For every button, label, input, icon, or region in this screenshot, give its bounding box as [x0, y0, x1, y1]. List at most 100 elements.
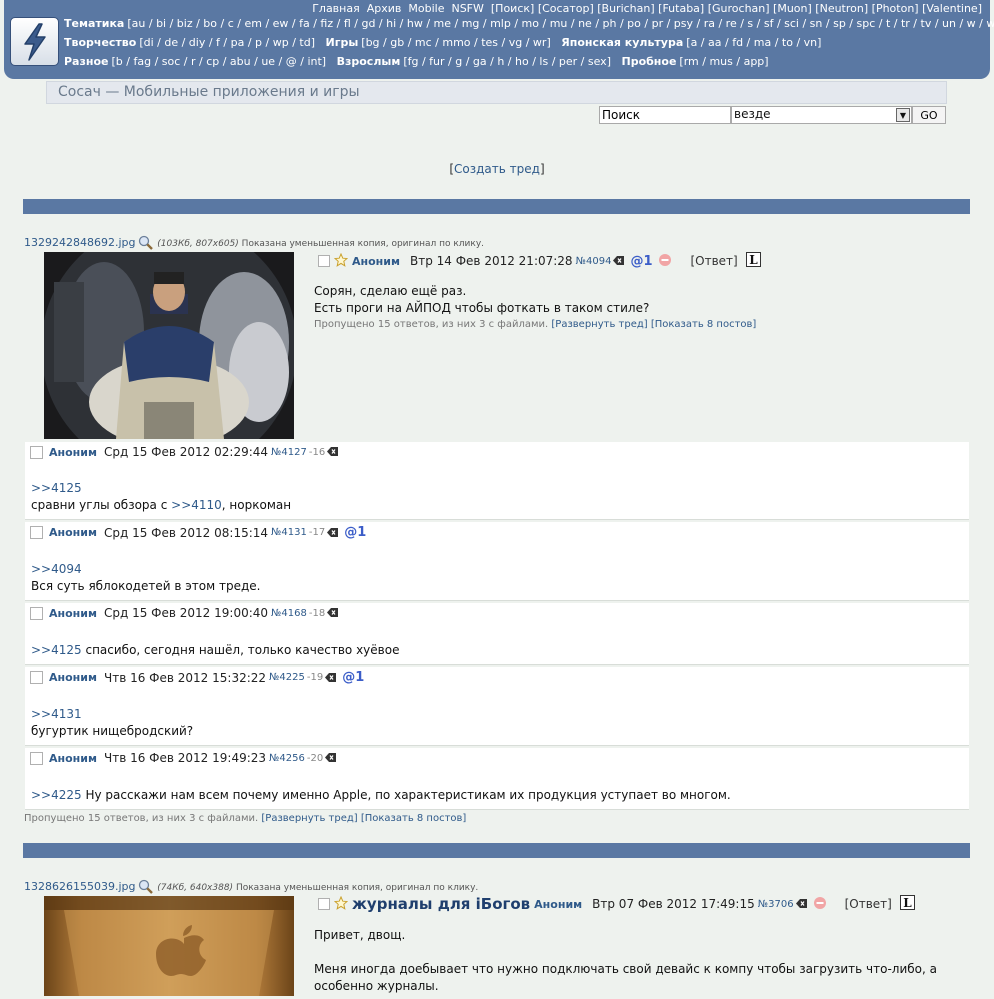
- thread-thumbnail[interactable]: [41, 220, 297, 476]
- poster-name: Аноним: [49, 751, 97, 765]
- nav-row-thematic: Тематика [au / bi / biz / bo / c / em / e…: [64, 17, 994, 30]
- top-link-home[interactable]: Главная: [312, 2, 360, 15]
- omitted-notice: Пропущено 15 ответов, из них 3 с файлами…: [24, 813, 466, 824]
- post-index: -20: [306, 752, 324, 764]
- reply-quote-link[interactable]: >>4110: [171, 498, 222, 512]
- post-checkbox[interactable]: [318, 898, 330, 910]
- post-date: Втр 14 Фев 2012 21:07:28: [409, 254, 573, 268]
- l-icon[interactable]: L: [745, 252, 761, 270]
- reply-link[interactable]: [Ответ]: [845, 897, 892, 911]
- mention-badge[interactable]: @1: [630, 254, 652, 269]
- board-links[interactable]: [rm / mus / app]: [679, 55, 768, 68]
- hide-post-icon[interactable]: [658, 253, 672, 270]
- quote-arrow-icon[interactable]: [327, 526, 339, 540]
- top-link-nsfw[interactable]: NSFW: [451, 2, 483, 15]
- thread-subject: журналы для iБогов: [352, 895, 531, 913]
- reply-quote-link[interactable]: >>4125: [31, 643, 82, 657]
- top-link-mobile[interactable]: Mobile: [408, 2, 444, 15]
- post-checkbox[interactable]: [30, 606, 43, 620]
- post-text: бугуртик нищебродский?: [31, 724, 194, 738]
- board-links[interactable]: [a / aa / fd / ma / to / vn]: [686, 36, 821, 49]
- file-name-link[interactable]: 1328626155039.jpg: [24, 880, 136, 893]
- poster-name: Аноним: [352, 254, 400, 268]
- post-checkbox[interactable]: [318, 255, 330, 267]
- style-photon[interactable]: [Photon]: [872, 2, 919, 15]
- top-link-search[interactable]: [Поиск]: [491, 2, 534, 15]
- post-index: -19: [306, 672, 324, 683]
- thumbnail-note: Показана уменьшенная копия, оригинал по …: [235, 883, 479, 893]
- reply-body: >>4225 Ну расскажи нам всем почему именн…: [31, 787, 731, 804]
- search-scope-select[interactable]: везде ▼: [731, 106, 912, 124]
- style-neutron[interactable]: [Neutron]: [815, 2, 868, 15]
- thumbnail-note: Показана уменьшенная копия, оригинал по …: [241, 239, 485, 249]
- board-links[interactable]: [bg / gb / mc / mmo / tes / vg / wr]: [361, 36, 550, 49]
- expand-thread-link[interactable]: [Развернуть тред]: [261, 813, 357, 824]
- post-number[interactable]: №4131: [271, 527, 307, 538]
- top-link-archive[interactable]: Архив: [367, 2, 402, 15]
- post-number[interactable]: №4168: [271, 608, 307, 619]
- style-gurochan[interactable]: [Gurochan]: [708, 2, 770, 15]
- mention-badge[interactable]: @1: [342, 670, 364, 685]
- show-posts-link[interactable]: [Показать 8 постов]: [361, 813, 466, 824]
- style-futaba[interactable]: [Futaba]: [658, 2, 704, 15]
- quote-arrow-icon[interactable]: [327, 606, 339, 620]
- thread-separator: [23, 843, 970, 858]
- post-text: сравни углы обзора с: [31, 498, 172, 512]
- post-number[interactable]: №4094: [576, 256, 612, 267]
- wooden-apple-photo: [44, 896, 294, 996]
- reply-quote-link[interactable]: >>4225: [31, 788, 82, 802]
- quote-arrow-icon[interactable]: [325, 751, 337, 765]
- board-links[interactable]: [b / fag / soc / r / cp / abu / ue / @ /…: [112, 55, 327, 68]
- post-number[interactable]: №3706: [758, 899, 794, 910]
- reply-header: Аноним Чтв 16 Фев 2012 19:49:23 №4256 -2…: [30, 751, 337, 765]
- board-links[interactable]: [di / de / diy / f / pa / p / wp / td]: [139, 36, 315, 49]
- star-icon[interactable]: [333, 895, 349, 913]
- post-text: Вся суть яблокодетей в этом треде.: [31, 579, 261, 593]
- create-thread-link[interactable]: Создать тред: [454, 162, 540, 176]
- reply-post: Аноним Срд 15 Фев 2012 02:29:44 №4127 -1…: [25, 442, 969, 520]
- site-logo[interactable]: [10, 17, 59, 66]
- post-number[interactable]: №4127: [271, 447, 307, 458]
- star-icon[interactable]: [333, 252, 349, 270]
- search-input[interactable]: [599, 106, 731, 124]
- go-button[interactable]: GO: [912, 106, 946, 124]
- quote-arrow-icon[interactable]: [795, 897, 807, 911]
- post-checkbox[interactable]: [30, 445, 43, 459]
- thread-thumbnail[interactable]: [44, 896, 294, 996]
- style-valentine[interactable]: [Valentine]: [922, 2, 982, 15]
- style-burichan[interactable]: [Burichan]: [597, 2, 654, 15]
- post-number[interactable]: №4256: [269, 753, 305, 764]
- nav-group-label: Игры: [325, 36, 359, 49]
- post-checkbox[interactable]: [30, 526, 43, 539]
- post-line: Есть проги на АЙПОД чтобы фоткать в тако…: [314, 301, 650, 315]
- reply-quote-link[interactable]: >>4125: [31, 481, 82, 495]
- top-link-sosator[interactable]: [Сосатор]: [538, 2, 594, 15]
- post-checkbox[interactable]: [30, 751, 43, 765]
- nav-group-label: Взрослым: [336, 55, 401, 68]
- omitted-text: Пропущено 15 ответов, из них 3 с файлами…: [314, 319, 549, 330]
- post-date: Втр 07 Фев 2012 17:49:15: [592, 897, 755, 911]
- mention-badge[interactable]: @1: [344, 525, 366, 540]
- board-links[interactable]: [au / bi / biz / bo / c / em / ew / fa /…: [127, 17, 994, 30]
- expand-thread-link[interactable]: [Развернуть тред]: [551, 319, 647, 330]
- board-links[interactable]: [fg / fur / g / ga / h / ho / ls / per /…: [403, 55, 611, 68]
- post-number[interactable]: №4225: [269, 672, 305, 683]
- magnifier-icon[interactable]: [138, 235, 154, 253]
- quote-arrow-icon[interactable]: [613, 254, 625, 268]
- show-posts-link[interactable]: [Показать 8 постов]: [651, 319, 756, 330]
- reply-quote-link[interactable]: >>4094: [31, 562, 82, 576]
- dropdown-arrow-icon[interactable]: ▼: [896, 108, 910, 122]
- file-name-link[interactable]: 1329242848692.jpg: [24, 236, 136, 249]
- style-muon[interactable]: [Muon]: [773, 2, 812, 15]
- reply-quote-link[interactable]: >>4131: [31, 707, 82, 721]
- reply-link[interactable]: [Ответ]: [690, 254, 737, 268]
- file-meta: (103Кб, 807x605): [157, 239, 239, 249]
- post-line: Сорян, сделаю ещё раз.: [314, 284, 467, 298]
- post-line: Привет, двощ.: [314, 928, 406, 942]
- l-icon[interactable]: L: [899, 895, 915, 913]
- quote-arrow-icon[interactable]: [327, 445, 339, 459]
- post-checkbox[interactable]: [30, 671, 43, 684]
- quote-arrow-icon[interactable]: [325, 671, 337, 685]
- hide-post-icon[interactable]: [813, 896, 827, 913]
- magnifier-icon[interactable]: [138, 879, 154, 897]
